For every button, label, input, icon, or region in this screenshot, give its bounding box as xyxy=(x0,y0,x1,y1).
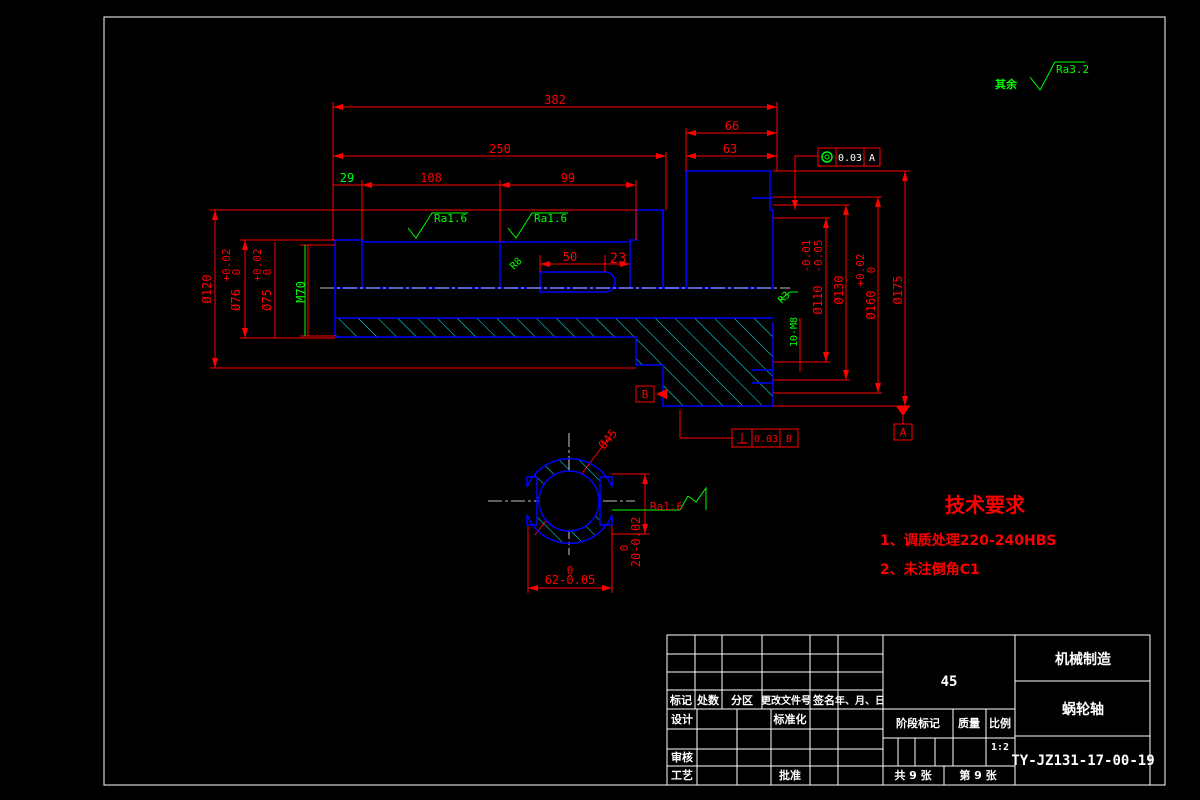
dim-key-width-upper: 0 xyxy=(567,564,574,577)
dim-63: 63 xyxy=(723,142,737,156)
roughness-1: Ra1.6 xyxy=(434,212,467,225)
drawing-canvas: 382 250 66 63 29 108 99 50 23 Ø120 Ø76 +… xyxy=(103,16,1166,786)
tb-sheets-total: 共 9 张 xyxy=(894,768,932,782)
dim-dia-110-tol-lower: -0.05 xyxy=(812,239,825,272)
dim-66: 66 xyxy=(725,119,739,133)
concentricity-value: 0.03 xyxy=(838,153,862,164)
concentricity-datum: A xyxy=(869,153,875,164)
dim-dia-76-tol-lower: 0 xyxy=(230,269,243,276)
dim-dia-160: Ø160 xyxy=(864,291,878,320)
tb-material: 45 xyxy=(941,674,958,690)
section-hatch xyxy=(335,318,773,406)
key-section-view xyxy=(526,457,613,545)
tb-drawing-no: TY-JZ131-17-00-19 xyxy=(1011,753,1154,769)
dim-key-depth: 20-0.02 xyxy=(629,517,643,568)
tech-requirement-2: 2、未注倒角C1 xyxy=(880,561,980,578)
tb-header-zone: 分区 xyxy=(731,693,753,707)
perpendicularity-datum: B xyxy=(786,434,792,445)
tb-scale-value: 1:2 xyxy=(991,742,1009,753)
dim-dia-160-tol-lower: 0 xyxy=(865,267,878,274)
roughness-general-label: 其余 xyxy=(995,77,1018,91)
dim-section-dia: Ø45 xyxy=(596,426,621,452)
dim-key-depth-upper: 0 xyxy=(618,545,631,552)
perpendicularity-frame: 0.03 B xyxy=(731,428,799,448)
concentricity-icon xyxy=(821,151,833,163)
title-block-texts: 标记 处数 分区 更改文件号 签名 年、月、日 设计 标准化 审核 工艺 批准 … xyxy=(669,651,1155,782)
tb-review: 审核 xyxy=(671,750,693,764)
datum-a-label: A xyxy=(900,426,907,439)
dim-thread-m70: M70 xyxy=(294,281,308,303)
tb-header-sign: 签名 xyxy=(812,693,835,707)
dim-382: 382 xyxy=(544,93,566,107)
tb-process: 工艺 xyxy=(671,768,693,782)
tech-requirements-title: 技术要求 xyxy=(945,493,1026,517)
tb-company: 机械制造 xyxy=(1055,651,1111,668)
dim-dia-76: Ø76 xyxy=(229,289,243,311)
tb-sheet-no: 第 9 张 xyxy=(959,768,997,782)
tech-requirement-1: 1、调质处理220-240HBS xyxy=(880,532,1056,549)
tb-stage-mark: 阶段标记 xyxy=(896,716,940,730)
tb-approve: 批准 xyxy=(779,768,801,782)
datum-a: A xyxy=(893,406,913,441)
dim-29: 29 xyxy=(340,171,354,185)
perpendicularity-value: 0.03 xyxy=(754,434,778,445)
tb-header-change-doc: 更改文件号 xyxy=(761,694,811,707)
dim-dia-110: Ø110 xyxy=(811,286,825,315)
dim-dia-130: Ø130 xyxy=(832,276,846,305)
roughness-general-value: Ra3.2 xyxy=(1056,63,1089,76)
dim-dia-175: Ø175 xyxy=(891,276,905,305)
roughness-2: Ra1.6 xyxy=(534,212,567,225)
dim-dia-75-tol-lower: 0 xyxy=(261,269,274,276)
tb-scale-label: 比例 xyxy=(989,716,1011,730)
concentricity-frame: 0.03 A xyxy=(817,147,881,167)
dim-99: 99 xyxy=(561,171,575,185)
dim-50: 50 xyxy=(563,250,577,264)
tb-weight: 质量 xyxy=(958,716,980,730)
tb-header-date: 年、月、日 xyxy=(835,694,885,707)
tb-standardize: 标准化 xyxy=(773,712,807,726)
dim-23: 23 xyxy=(610,251,627,267)
datum-b: B xyxy=(635,385,655,403)
dim-250: 250 xyxy=(489,142,511,156)
roughness-3: Ra1.6 xyxy=(650,500,683,513)
datum-b-label: B xyxy=(642,388,649,401)
dim-108: 108 xyxy=(420,171,442,185)
tb-design: 设计 xyxy=(671,712,693,726)
dim-dia-75-tol-upper: +0.02 xyxy=(251,248,264,281)
perpendicularity-icon xyxy=(737,433,747,444)
dim-chamfer-r8: R8 xyxy=(508,256,524,272)
tb-header-count: 处数 xyxy=(696,693,720,707)
dim-dia-75: Ø75 xyxy=(260,289,274,311)
dim-dia-120: Ø120 xyxy=(200,275,214,304)
tech-requirements: 技术要求 1、调质处理220-240HBS 2、未注倒角C1 xyxy=(880,493,1056,578)
tb-part-name: 蜗轮轴 xyxy=(1062,701,1104,718)
tb-header-mark: 标记 xyxy=(669,693,692,707)
drawing-frame xyxy=(103,16,1166,786)
dim-groove: 10-M8 xyxy=(789,317,800,347)
dim-dia-76-tol-upper: +0.02 xyxy=(220,248,233,281)
